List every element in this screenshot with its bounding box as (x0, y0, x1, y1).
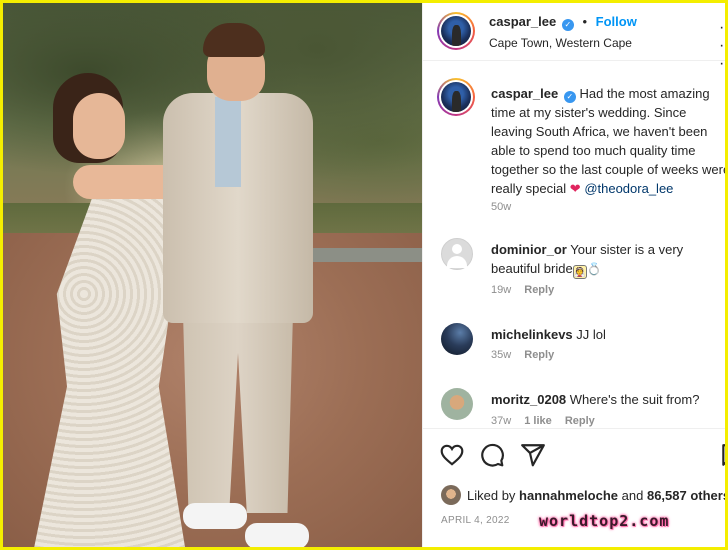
user-avatar[interactable] (441, 323, 473, 355)
caption-text: Had the most amazing time at my sister's… (491, 86, 725, 196)
default-avatar-icon[interactable] (441, 238, 473, 270)
post-date[interactable]: APRIL 4, 2022 (441, 515, 510, 526)
bride-face (73, 93, 125, 159)
bookmark-icon[interactable] (719, 442, 725, 468)
likes-summary: Liked by hannahmeloche and 86,587 others (441, 485, 725, 505)
comment-username[interactable]: moritz_0208 (491, 392, 566, 407)
comment-likes[interactable]: 1 like (524, 415, 552, 427)
header-line: caspar_lee ✓ • Follow (489, 14, 637, 31)
liker-username[interactable]: hannahmeloche (519, 488, 618, 503)
author-avatar[interactable] (437, 78, 475, 116)
verified-badge-icon: ✓ (561, 19, 574, 31)
comment-username[interactable]: dominior_or (491, 242, 567, 257)
groom-shirt (215, 97, 241, 187)
likes-count[interactable]: 86,587 others (647, 488, 725, 503)
caption-username[interactable]: caspar_lee (491, 86, 558, 101)
groom-shoe (245, 523, 309, 547)
photo-stone-step (303, 248, 422, 262)
comment-meta: 35w Reply (491, 349, 554, 361)
reply-button[interactable]: Reply (524, 284, 554, 296)
comment-timestamp[interactable]: 37w (491, 415, 511, 427)
comment-icon[interactable] (479, 442, 505, 468)
comment-text-block: moritz_0208 Where's the suit from? (491, 390, 716, 409)
action-bar (423, 428, 725, 478)
post-location[interactable]: Cape Town, Western Cape (489, 36, 632, 50)
comment-text-block: dominior_or Your sister is a very beauti… (491, 240, 716, 279)
comments-section[interactable]: caspar_lee ✓ Had the most amazing time a… (423, 62, 725, 428)
comment-text: Where's the suit from? (569, 392, 700, 407)
bride-emoji-icon: 👰 (572, 265, 587, 279)
groom-shoe (183, 503, 247, 529)
comment-text: JJ lol (576, 327, 606, 342)
user-avatar[interactable] (441, 388, 473, 420)
post-photo[interactable] (3, 3, 422, 547)
caption-text-block: caspar_lee ✓ Had the most amazing time a… (491, 84, 725, 198)
liker-avatar[interactable] (441, 485, 461, 505)
follow-button[interactable]: Follow (596, 14, 637, 29)
send-icon[interactable] (520, 442, 546, 468)
likes-and: and (621, 488, 644, 503)
reply-button[interactable]: Reply (524, 349, 554, 361)
comment-timestamp[interactable]: 19w (491, 284, 511, 296)
verified-badge-icon: ✓ (563, 91, 576, 103)
comment-meta: 37w 1 like Reply (491, 415, 595, 427)
author-avatar[interactable] (437, 12, 475, 50)
caption-timestamp[interactable]: 50w (491, 201, 511, 213)
comment-text-block: michelinkevs JJ lol (491, 325, 716, 344)
likes-prefix: Liked by (467, 488, 516, 503)
ring-emoji-icon: 💍 (586, 262, 602, 276)
comment-meta: 19w Reply (491, 284, 554, 296)
instagram-post-frame: caspar_lee ✓ • Follow Cape Town, Western… (3, 3, 725, 547)
author-username[interactable]: caspar_lee (489, 14, 556, 29)
reply-button[interactable]: Reply (565, 415, 595, 427)
separator-dot: • (582, 14, 588, 29)
comment-username[interactable]: michelinkevs (491, 327, 573, 342)
heart-icon[interactable] (439, 442, 465, 468)
comment-timestamp[interactable]: 35w (491, 349, 511, 361)
red-heart-emoji: ❤ (569, 181, 581, 196)
watermark-text: worldtop2.com (539, 512, 670, 530)
post-side-panel: caspar_lee ✓ • Follow Cape Town, Western… (422, 3, 725, 547)
post-header: caspar_lee ✓ • Follow Cape Town, Western… (423, 3, 725, 72)
caption-mention-link[interactable]: @theodora_lee (584, 181, 673, 196)
